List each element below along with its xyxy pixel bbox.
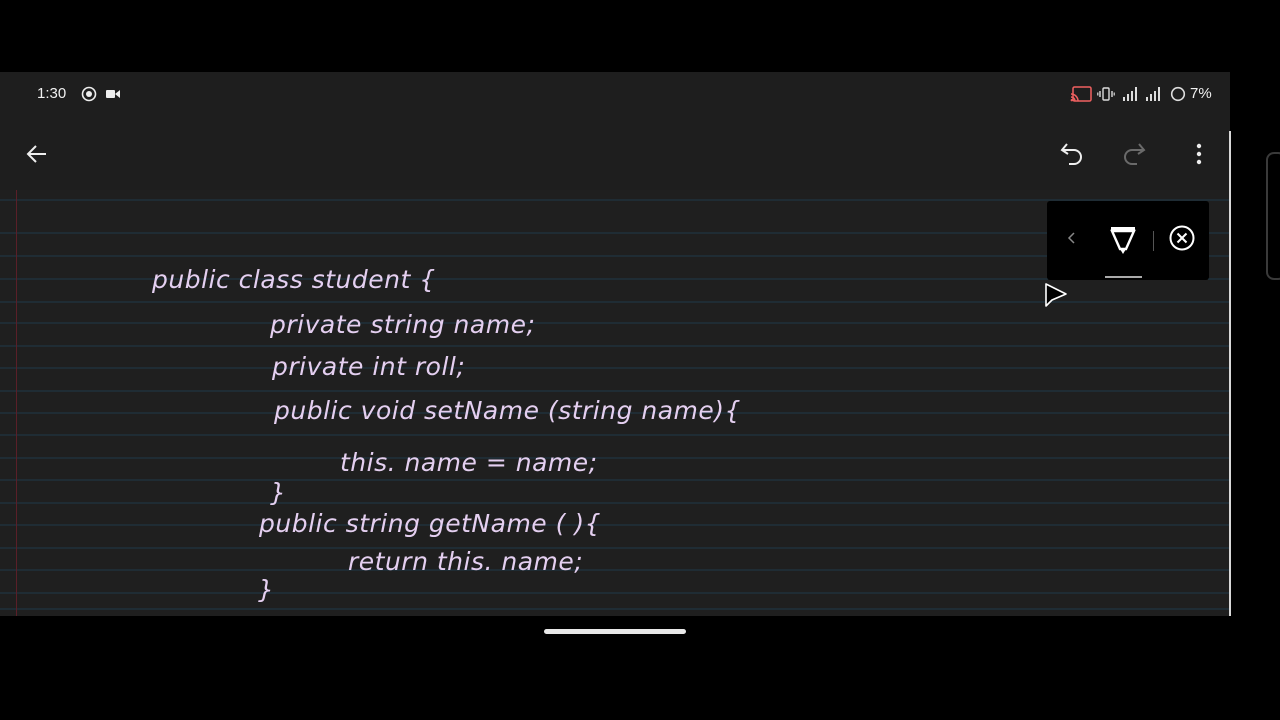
app-bar xyxy=(0,118,1230,190)
cast-icon xyxy=(1070,86,1092,107)
vibrate-icon xyxy=(1097,86,1115,107)
code-line: } xyxy=(258,575,274,604)
more-options-button[interactable] xyxy=(1179,136,1219,176)
code-line: } xyxy=(270,478,286,507)
selected-tool-indicator xyxy=(1105,276,1142,278)
battery-percentage: 7% xyxy=(1190,85,1212,102)
close-toolbar-button[interactable] xyxy=(1167,225,1197,255)
undo-button[interactable] xyxy=(1052,136,1092,176)
code-line: private string name; xyxy=(269,310,535,339)
chevron-left-icon xyxy=(1067,231,1077,250)
note-canvas[interactable]: public class student { private string na… xyxy=(0,190,1230,616)
whatsapp-icon xyxy=(81,86,97,107)
screen-edge xyxy=(1229,131,1231,616)
back-button[interactable] xyxy=(17,136,57,176)
redo-button[interactable] xyxy=(1114,136,1154,176)
close-circle-icon xyxy=(1168,224,1196,257)
signal-icon xyxy=(1122,86,1140,107)
signal-icon xyxy=(1145,86,1163,107)
handwritten-code: public class student { private string na… xyxy=(151,265,741,604)
collapse-toolbar-button[interactable] xyxy=(1061,229,1083,251)
more-vertical-icon xyxy=(1195,142,1203,171)
video-camera-icon xyxy=(105,86,121,107)
battery-saver-icon xyxy=(1170,86,1186,107)
gesture-navigation-bar[interactable] xyxy=(544,629,686,634)
code-line: this. name = name; xyxy=(340,448,598,477)
code-line: public string getName ( ){ xyxy=(258,509,601,538)
code-line: return this. name; xyxy=(348,547,583,576)
undo-icon xyxy=(1058,140,1086,173)
highlighter-icon xyxy=(1108,223,1138,260)
mouse-pointer-icon xyxy=(1044,282,1068,315)
toolbar-divider xyxy=(1153,231,1154,251)
code-line: public void setName (string name){ xyxy=(273,396,741,425)
code-line: public class student { xyxy=(151,265,436,294)
status-time: 1:30 xyxy=(37,85,67,102)
status-bar: 1:30 7% xyxy=(0,72,1230,118)
phone-screen: 1:30 7% public class student {private s… xyxy=(0,72,1230,616)
pen-toolbar xyxy=(1047,201,1209,280)
highlighter-tool-button[interactable] xyxy=(1105,221,1141,261)
redo-icon xyxy=(1120,140,1148,173)
code-line: private int roll; xyxy=(271,352,465,381)
arrow-left-icon xyxy=(25,142,49,171)
side-panel-handle[interactable] xyxy=(1266,152,1280,280)
